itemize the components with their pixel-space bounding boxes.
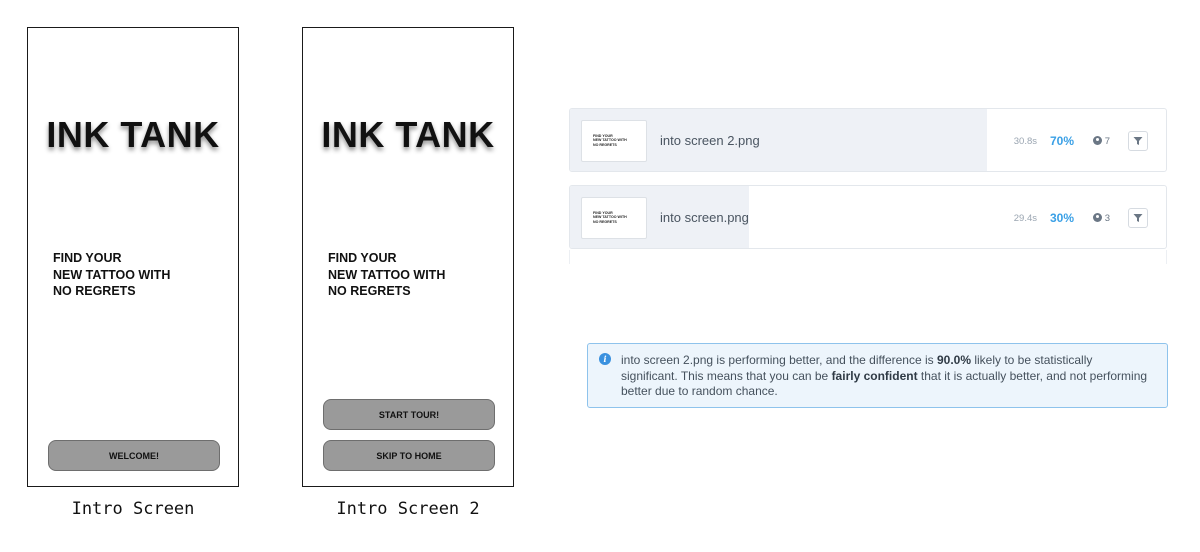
thumb-text: NEW TATTOO WITH bbox=[593, 215, 627, 220]
thumb-text: NEW TATTOO WITH bbox=[593, 138, 627, 143]
list-divider bbox=[569, 250, 1167, 264]
tagline: FIND YOUR NEW TATTOO WITH NO REGRETS bbox=[53, 250, 170, 300]
result-row[interactable]: FIND YOUR NEW TATTOO WITH NO REGRETS int… bbox=[569, 108, 1167, 172]
file-name: into screen.png bbox=[660, 210, 749, 225]
filter-icon bbox=[1133, 214, 1143, 222]
user-count-value: 3 bbox=[1104, 213, 1110, 224]
notice-text-part: into screen 2.png is performing better, … bbox=[621, 353, 937, 367]
filter-icon bbox=[1133, 137, 1143, 145]
success-percent: 70% bbox=[1049, 134, 1074, 148]
success-percent: 30% bbox=[1049, 211, 1074, 225]
file-name: into screen 2.png bbox=[660, 133, 760, 148]
start-tour-button[interactable]: START TOUR! bbox=[323, 399, 495, 430]
result-row[interactable]: FIND YOUR NEW TATTOO WITH NO REGRETS int… bbox=[569, 185, 1167, 249]
avg-time: 29.4s bbox=[1013, 213, 1037, 224]
tagline-line: NO REGRETS bbox=[53, 284, 136, 298]
tagline-line: NO REGRETS bbox=[328, 284, 411, 298]
filter-button[interactable] bbox=[1128, 131, 1148, 151]
thumb-text: NO REGRETS bbox=[593, 219, 617, 224]
filter-button[interactable] bbox=[1128, 208, 1148, 228]
brand-title: INK TANK bbox=[321, 114, 495, 155]
screen-caption: Intro Screen 2 bbox=[336, 499, 480, 519]
intro-screen-mockup: INK TANK FIND YOUR NEW TATTOO WITH NO RE… bbox=[27, 27, 239, 487]
user-count-value: 7 bbox=[1104, 136, 1110, 147]
thumb-text: NO REGRETS bbox=[593, 142, 617, 147]
tagline-line: FIND YOUR bbox=[53, 251, 122, 265]
tagline-line: NEW TATTOO WITH bbox=[53, 267, 171, 282]
probability-value: 90.0% bbox=[936, 353, 971, 367]
confidence-level: fairly confident bbox=[831, 368, 918, 383]
user-count: 3 bbox=[1092, 213, 1110, 224]
thumbnail: FIND YOUR NEW TATTOO WITH NO REGRETS bbox=[581, 120, 647, 162]
notice-text: into screen 2.png is performing better, … bbox=[621, 353, 1151, 400]
significance-notice: i into screen 2.png is performing better… bbox=[587, 343, 1168, 408]
user-count: 7 bbox=[1092, 136, 1110, 147]
info-icon: i bbox=[599, 353, 611, 365]
user-circle-icon bbox=[1092, 213, 1102, 222]
welcome-button[interactable]: WELCOME! bbox=[48, 440, 220, 471]
intro-screen-2-mockup: INK TANK FIND YOUR NEW TATTOO WITH NO RE… bbox=[302, 27, 514, 487]
screen-caption: Intro Screen bbox=[71, 499, 195, 519]
avg-time: 30.8s bbox=[1013, 136, 1037, 147]
thumbnail: FIND YOUR NEW TATTOO WITH NO REGRETS bbox=[581, 197, 647, 239]
brand-title: INK TANK bbox=[46, 114, 220, 155]
user-circle-icon bbox=[1092, 136, 1102, 145]
tagline-line: NEW TATTOO WITH bbox=[328, 267, 446, 282]
tagline-line: FIND YOUR bbox=[328, 251, 397, 265]
skip-to-home-button[interactable]: SKIP TO HOME bbox=[323, 440, 495, 471]
tagline: FIND YOUR NEW TATTOO WITH NO REGRETS bbox=[328, 250, 445, 300]
